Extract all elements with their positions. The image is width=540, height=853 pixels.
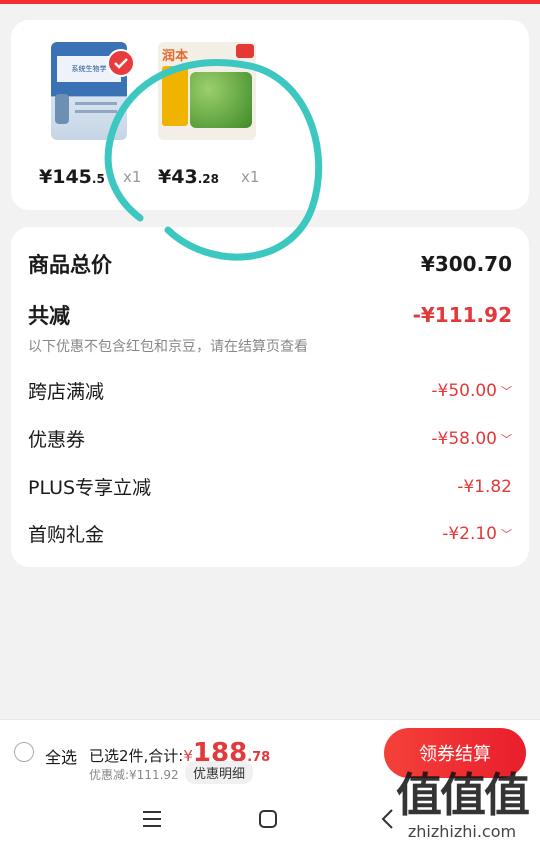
product-bottles xyxy=(190,72,252,128)
chevron-down-icon[interactable]: ﹀ xyxy=(501,526,512,542)
total-reduce-value: -¥111.92 xyxy=(412,303,512,327)
home-icon[interactable] xyxy=(258,809,278,829)
discount-row-first-purchase[interactable]: 首购礼金 -¥2.10 ﹀ xyxy=(28,520,512,547)
discount-detail-button[interactable]: 优惠明细 xyxy=(185,761,254,784)
chevron-down-icon[interactable]: ﹀ xyxy=(501,431,512,447)
product-price-repellent: ¥43.28 xyxy=(158,166,219,188)
price-summary-card: 商品总价 ¥300.70 共减 -¥111.92 以下优惠不包含红包和京豆，请在… xyxy=(11,227,529,567)
total-price-value: ¥300.70 xyxy=(420,252,512,276)
product-image-repellent[interactable]: 润本 xyxy=(158,42,256,140)
selected-check-icon[interactable] xyxy=(107,49,135,77)
top-accent-bar xyxy=(0,0,540,4)
product-qty-repellent: x1 xyxy=(241,168,260,186)
back-icon[interactable] xyxy=(380,808,394,830)
discount-note: 以下优惠不包含红包和京豆，请在结算页查看 xyxy=(28,339,308,355)
site-watermark: 值值值 zhizhizhi.com xyxy=(396,768,530,841)
selected-products-card: 系统生物学 ¥145.5 x1 润本 ¥43.28 x1 xyxy=(11,20,529,210)
discount-row-cross-store[interactable]: 跨店满减 -¥50.00 ﹀ xyxy=(28,377,512,404)
select-all-label[interactable]: 全选 xyxy=(45,744,77,768)
chevron-down-icon[interactable]: ﹀ xyxy=(501,383,512,399)
discount-row-coupon[interactable]: 优惠券 -¥58.00 ﹀ xyxy=(28,425,512,452)
menu-icon[interactable] xyxy=(142,810,162,828)
discount-row-plus: PLUS专享立减 -¥1.82 xyxy=(28,476,512,500)
total-price-row: 商品总价 ¥300.70 xyxy=(28,249,512,279)
product-qty-book: x1 xyxy=(123,168,142,186)
watermark-logo: 值值值 xyxy=(396,768,530,822)
discount-total: 优惠减:¥111.92 xyxy=(89,768,179,782)
total-reduce-label: 共减 xyxy=(28,304,70,328)
total-price-label: 商品总价 xyxy=(28,253,112,277)
select-all-radio[interactable] xyxy=(14,742,34,762)
watermark-text: zhizhizhi.com xyxy=(407,822,517,841)
total-reduce-row: 共减 -¥111.92 xyxy=(28,300,512,330)
product-price-book: ¥145.5 xyxy=(39,166,105,188)
brand-logo: 润本 xyxy=(162,49,189,64)
